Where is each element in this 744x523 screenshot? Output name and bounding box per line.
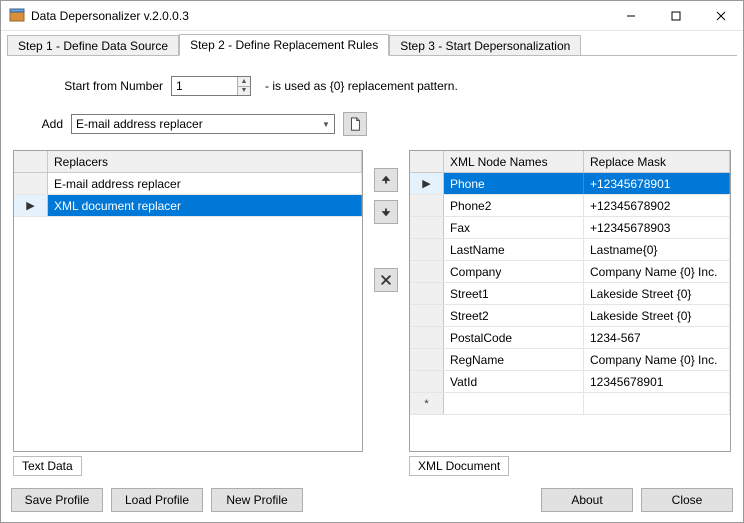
replace-mask: Company Name {0} Inc. — [584, 349, 730, 370]
xml-node-name: Street2 — [444, 305, 584, 326]
row-header — [410, 305, 444, 326]
replace-mask: 12345678901 — [584, 371, 730, 392]
xml-node-name: Company — [444, 261, 584, 282]
add-replacer-value: E-mail address replacer — [72, 117, 318, 131]
replace-mask: Lakeside Street {0} — [584, 283, 730, 304]
row-header — [14, 173, 48, 194]
table-row[interactable]: ▶Phone+12345678901 — [410, 173, 730, 195]
spin-up-icon[interactable]: ▲ — [238, 77, 250, 86]
xml-node-name: Fax — [444, 217, 584, 238]
spinner-buttons[interactable]: ▲▼ — [237, 77, 250, 95]
replace-mask: Lakeside Street {0} — [584, 305, 730, 326]
table-new-row[interactable]: * — [410, 393, 730, 415]
xml-node-name: LastName — [444, 239, 584, 260]
tab-step3[interactable]: Step 3 - Start Depersonalization — [389, 35, 581, 56]
row-header-corner — [14, 151, 48, 172]
subtab-text-data[interactable]: Text Data — [13, 456, 82, 476]
new-row-marker: * — [410, 393, 444, 414]
xml-nodes-grid[interactable]: XML Node Names Replace Mask ▶Phone+12345… — [409, 150, 731, 452]
row-header-corner — [410, 151, 444, 172]
table-row[interactable]: Phone2+12345678902 — [410, 195, 730, 217]
xml-node-header[interactable]: XML Node Names — [444, 151, 584, 172]
row-header — [410, 327, 444, 348]
step-tabs: Step 1 - Define Data Source Step 2 - Def… — [1, 31, 743, 55]
replace-mask-header[interactable]: Replace Mask — [584, 151, 730, 172]
spin-down-icon[interactable]: ▼ — [238, 86, 250, 96]
xml-node-name: Phone2 — [444, 195, 584, 216]
close-button[interactable]: Close — [641, 488, 733, 512]
xml-node-name: PostalCode — [444, 327, 584, 348]
add-label: Add — [13, 117, 63, 131]
tab-step2[interactable]: Step 2 - Define Replacement Rules — [179, 34, 389, 56]
new-profile-button[interactable]: New Profile — [211, 488, 303, 512]
move-up-button[interactable] — [374, 168, 398, 192]
delete-button[interactable] — [374, 268, 398, 292]
about-button[interactable]: About — [541, 488, 633, 512]
xml-node-name: Street1 — [444, 283, 584, 304]
start-from-spinner[interactable]: ▲▼ — [171, 76, 251, 96]
replace-mask: +12345678901 — [584, 173, 730, 194]
table-row[interactable]: LastNameLastname{0} — [410, 239, 730, 261]
table-row[interactable]: PostalCode1234-567 — [410, 327, 730, 349]
app-window: Data Depersonalizer v.2.0.0.3 Step 1 - D… — [0, 0, 744, 523]
row-header — [410, 195, 444, 216]
subtab-xml-document[interactable]: XML Document — [409, 456, 509, 476]
replace-mask: +12345678903 — [584, 217, 730, 238]
start-from-hint: - is used as {0} replacement pattern. — [265, 79, 458, 93]
move-down-button[interactable] — [374, 200, 398, 224]
table-row[interactable]: Street1Lakeside Street {0} — [410, 283, 730, 305]
app-icon — [9, 8, 25, 24]
replace-mask: Lastname{0} — [584, 239, 730, 260]
replacers-header[interactable]: Replacers — [48, 151, 362, 172]
start-from-input[interactable] — [172, 79, 237, 93]
replace-mask: +12345678902 — [584, 195, 730, 216]
table-row[interactable]: ▶XML document replacer — [14, 195, 362, 217]
row-header: ▶ — [14, 195, 48, 216]
xml-node-name: VatId — [444, 371, 584, 392]
tab-step1[interactable]: Step 1 - Define Data Source — [7, 35, 179, 56]
titlebar: Data Depersonalizer v.2.0.0.3 — [1, 1, 743, 31]
window-buttons — [608, 1, 743, 30]
row-header — [410, 371, 444, 392]
replacer-name: E-mail address replacer — [48, 173, 362, 194]
add-replacer-combo[interactable]: E-mail address replacer ▼ — [71, 114, 335, 134]
replacer-name: XML document replacer — [48, 195, 362, 216]
maximize-button[interactable] — [653, 1, 698, 30]
table-row[interactable]: VatId12345678901 — [410, 371, 730, 393]
add-replacer-button[interactable] — [343, 112, 367, 136]
row-header — [410, 283, 444, 304]
minimize-button[interactable] — [608, 1, 653, 30]
load-profile-button[interactable]: Load Profile — [111, 488, 203, 512]
table-row[interactable]: Fax+12345678903 — [410, 217, 730, 239]
replace-mask: 1234-567 — [584, 327, 730, 348]
replacers-grid[interactable]: Replacers E-mail address replacer▶XML do… — [13, 150, 363, 452]
row-header — [410, 349, 444, 370]
chevron-down-icon[interactable]: ▼ — [318, 115, 334, 133]
tab-panel: Start from Number ▲▼ - is used as {0} re… — [7, 55, 737, 482]
table-row[interactable]: CompanyCompany Name {0} Inc. — [410, 261, 730, 283]
replace-mask: Company Name {0} Inc. — [584, 261, 730, 282]
row-header: ▶ — [410, 173, 444, 194]
table-row[interactable]: RegNameCompany Name {0} Inc. — [410, 349, 730, 371]
row-header — [410, 239, 444, 260]
start-from-label: Start from Number — [13, 79, 163, 93]
save-profile-button[interactable]: Save Profile — [11, 488, 103, 512]
footer: Save Profile Load Profile New Profile Ab… — [1, 482, 743, 522]
table-row[interactable]: Street2Lakeside Street {0} — [410, 305, 730, 327]
table-row[interactable]: E-mail address replacer — [14, 173, 362, 195]
close-window-button[interactable] — [698, 1, 743, 30]
row-header — [410, 217, 444, 238]
xml-node-name: Phone — [444, 173, 584, 194]
row-header — [410, 261, 444, 282]
xml-node-name: RegName — [444, 349, 584, 370]
window-title: Data Depersonalizer v.2.0.0.3 — [31, 9, 608, 23]
